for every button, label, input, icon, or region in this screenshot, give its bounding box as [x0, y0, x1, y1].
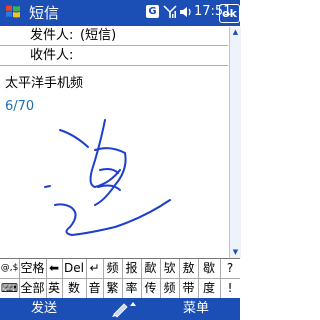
space-key[interactable]: 空格: [19, 259, 47, 279]
scroll-up-icon[interactable]: ▲: [231, 28, 240, 37]
from-label: 发件人:: [30, 28, 74, 43]
volume-icon[interactable]: [179, 5, 193, 19]
keyboard-toggle-icon[interactable]: ⌨: [0, 279, 20, 299]
candidate-key[interactable]: 歃: [141, 259, 161, 279]
ink-stroke: [54, 199, 171, 236]
window-title: 短信: [29, 4, 60, 22]
ink-stroke: [89, 119, 121, 188]
number-mode-key[interactable]: 数: [62, 279, 87, 299]
traditional-mode-key[interactable]: 繁: [103, 279, 123, 299]
question-key[interactable]: ?: [220, 259, 240, 279]
from-field: 发件人: (短信): [0, 26, 228, 46]
to-label: 收件人:: [30, 48, 74, 63]
candidate-key[interactable]: 带: [179, 279, 199, 299]
from-value[interactable]: (短信): [80, 28, 116, 43]
gprs-icon[interactable]: G: [146, 5, 159, 18]
message-body[interactable]: 太平洋手机频: [5, 76, 83, 91]
input-panel: @,$ 空格 ⬅ Del ↵ 频 报 歃 欤 敖 歇 ? ⌨ 全部 英 数 音 …: [0, 258, 240, 299]
exclamation-key[interactable]: !: [220, 279, 240, 299]
enter-key[interactable]: ↵: [86, 259, 104, 279]
backspace-key[interactable]: ⬅: [46, 259, 63, 279]
windows-start-icon[interactable]: [4, 3, 22, 21]
character-counter: 6/70: [5, 99, 35, 114]
candidate-key[interactable]: 敖: [179, 259, 199, 279]
delete-key[interactable]: Del: [62, 259, 87, 279]
ink-stroke: [44, 185, 51, 188]
pinyin-mode-key[interactable]: 音: [86, 279, 104, 299]
ink-stroke: [59, 129, 89, 148]
send-button[interactable]: 发送: [31, 301, 57, 317]
candidate-key[interactable]: 歇: [198, 259, 221, 279]
menu-button[interactable]: 菜单: [183, 301, 209, 317]
keyboard-row-1: @,$ 空格 ⬅ Del ↵ 频 报 歃 欤 敖 歇 ?: [0, 259, 240, 279]
title-bar: 短信 G 17:51 ok: [0, 0, 240, 26]
signal-strength-icon[interactable]: [163, 5, 177, 19]
handwriting-ink-area[interactable]: [0, 115, 228, 255]
candidate-key[interactable]: 率: [122, 279, 142, 299]
candidate-key[interactable]: 报: [122, 259, 142, 279]
candidate-key[interactable]: 频: [160, 279, 180, 299]
scroll-down-icon[interactable]: ▼: [231, 248, 240, 257]
ink-stroke: [99, 168, 119, 174]
keyboard-row-2: ⌨ 全部 英 数 音 繁 率 传 频 带 度 !: [0, 279, 240, 299]
candidate-key[interactable]: 传: [141, 279, 161, 299]
candidate-key[interactable]: 欤: [160, 259, 180, 279]
ink-stroke: [97, 184, 121, 191]
softkey-bar: 发送 菜单: [0, 298, 240, 320]
candidate-key[interactable]: 频: [103, 259, 123, 279]
english-mode-key[interactable]: 英: [46, 279, 63, 299]
symbol-key[interactable]: @,$: [0, 259, 20, 279]
input-method-pen-icon[interactable]: [110, 300, 138, 318]
ok-button[interactable]: ok: [219, 4, 240, 23]
all-mode-key[interactable]: 全部: [19, 279, 47, 299]
candidate-key[interactable]: 度: [198, 279, 221, 299]
to-field[interactable]: 收件人:: [0, 46, 228, 66]
vertical-scrollbar[interactable]: ▲ ▼: [229, 27, 241, 258]
ink-stroke: [94, 147, 127, 206]
